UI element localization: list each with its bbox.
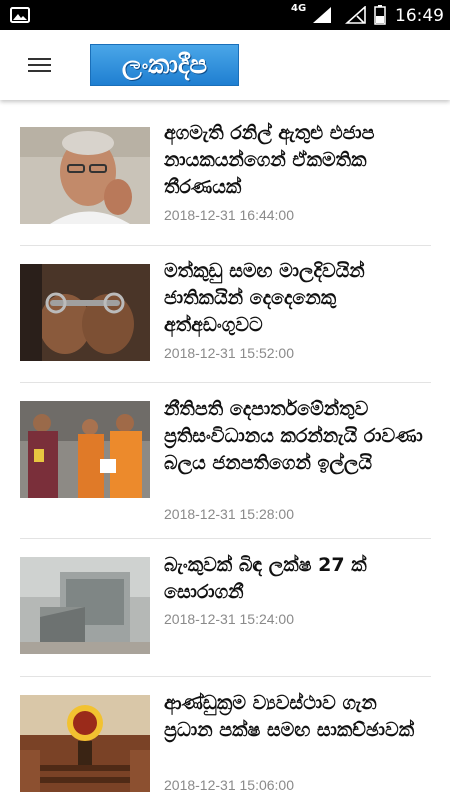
- signal-icon: [313, 7, 331, 23]
- battery-icon: [374, 5, 386, 25]
- article-date: 2018-12-31 16:44:00: [164, 207, 294, 223]
- article-thumbnail: [20, 127, 150, 224]
- app-bar: ලංකාදීප: [0, 30, 450, 100]
- article-date: 2018-12-31 15:28:00: [164, 506, 294, 522]
- photo-icon: [10, 7, 30, 23]
- clock-time: 16:49: [395, 6, 444, 26]
- status-bar: 4G 16:49: [0, 0, 450, 30]
- article-date: 2018-12-31 15:24:00: [164, 611, 294, 627]
- hamburger-icon-line: [28, 64, 51, 66]
- hamburger-icon-line: [28, 70, 51, 72]
- article-title: බැංකුවක් බිඳ ලක්ෂ 27 ක් සොරාගනී: [164, 554, 367, 603]
- article-title: අගමැති රනිල් ඇතුළු එජාප නායකයන්ගෙන් ඒකමත…: [164, 122, 375, 198]
- site-logo[interactable]: ලංකාදීප: [90, 44, 239, 86]
- network-type-label: 4G: [291, 3, 307, 14]
- article-thumbnail: [20, 264, 150, 361]
- article-title: මත්කුඩු සමඟ මාලදිවයින් ජාතිකයින් දෙදෙනෙක…: [164, 260, 365, 336]
- article-item[interactable]: නීතිපති දෙපාර්තමේන්තුව ප්‍රතිසංවිධානය කර…: [20, 383, 431, 539]
- article-item[interactable]: මත්කුඩු සමඟ මාලදිවයින් ජාතිකයින් දෙදෙනෙක…: [20, 246, 431, 383]
- article-date: 2018-12-31 15:06:00: [164, 777, 294, 793]
- signal-empty-icon: [345, 6, 366, 24]
- article-thumbnail: [20, 695, 150, 792]
- hamburger-icon: [28, 58, 51, 60]
- article-title: ආණ්ඩුක්‍රම ව්‍යවස්ථාව ගැන ප්‍රධාන පක්ෂ ස…: [164, 692, 415, 741]
- article-item[interactable]: බැංකුවක් බිඳ ලක්ෂ 27 ක් සොරාගනී 2018-12-…: [20, 539, 431, 677]
- article-item[interactable]: ආණ්ඩුක්‍රම ව්‍යවස්ථාව ගැන ප්‍රධාන පක්ෂ ස…: [20, 677, 431, 800]
- article-thumbnail: [20, 557, 150, 654]
- article-thumbnail: [20, 401, 150, 498]
- article-title: නීතිපති දෙපාර්තමේන්තුව ප්‍රතිසංවිධානය කර…: [164, 398, 423, 474]
- article-item[interactable]: අගමැති රනිල් ඇතුළු එජාප නායකයන්ගෙන් ඒකමත…: [20, 100, 431, 246]
- menu-button[interactable]: [22, 52, 58, 78]
- article-date: 2018-12-31 15:52:00: [164, 345, 294, 361]
